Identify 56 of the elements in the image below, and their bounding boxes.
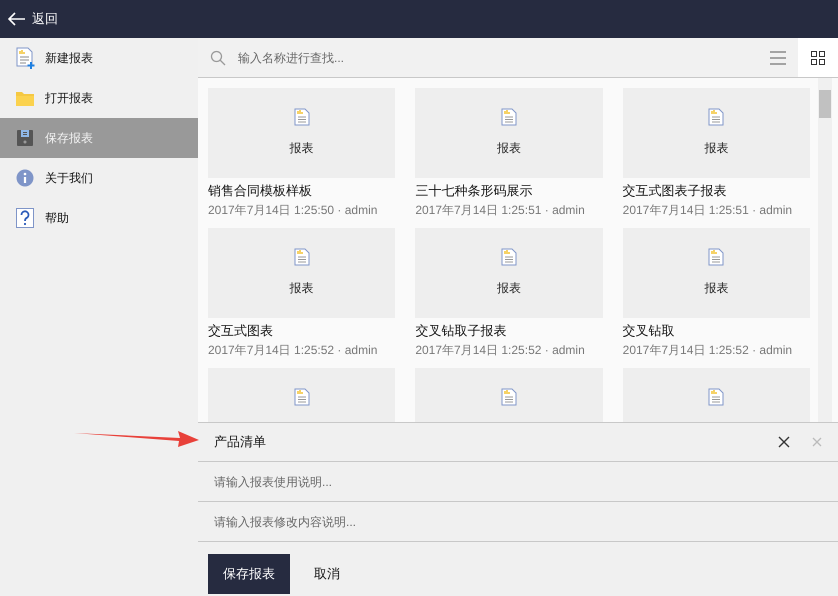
clear-icon[interactable] [778, 436, 790, 448]
report-thumbnail[interactable]: 报表 [208, 88, 396, 178]
list-icon [770, 50, 786, 64]
save-button[interactable]: 保存报表 [208, 554, 290, 594]
report-title[interactable]: 交互式图表子报表 [622, 182, 810, 200]
document-icon [294, 248, 310, 266]
sidebar-item[interactable]: 新建报表 [0, 38, 198, 78]
document-icon [294, 388, 310, 406]
report-title[interactable]: 交叉钻取子报表 [415, 322, 603, 340]
report-meta: 2017年7月14日 1:25:52 · admin [622, 342, 794, 358]
back-arrow-icon [8, 12, 26, 26]
document-icon [708, 248, 724, 266]
thumbnail-label: 报表 [496, 280, 521, 297]
report-thumbnail[interactable]: 报表 [415, 228, 603, 318]
back-button[interactable]: 返回 [8, 9, 58, 29]
document-icon [708, 388, 724, 406]
usage-description-field[interactable]: 请输入报表使用说明... [214, 472, 822, 490]
sidebar-item[interactable]: 打开报表 [0, 78, 198, 118]
document-icon [708, 108, 724, 126]
report-title[interactable]: 交叉钻取 [622, 322, 810, 340]
close-icon[interactable] [812, 437, 822, 447]
thumbnail-label: 报表 [290, 280, 314, 297]
document-icon [500, 248, 517, 266]
report-title[interactable]: 销售合同模板样板 [208, 182, 396, 200]
report-meta: 2017年7月14日 1:25:51 · admin [622, 202, 794, 218]
search-icon [210, 50, 226, 66]
report-thumbnail[interactable]: 报表 [208, 228, 396, 318]
report-thumbnail[interactable]: 报表 [415, 88, 603, 178]
sidebar-item[interactable]: 帮助 [0, 198, 198, 238]
thumbnail-label: 报表 [704, 140, 728, 157]
report-meta: 2017年7月14日 1:25:50 · admin [208, 202, 378, 218]
cancel-button[interactable]: 取消 [300, 554, 354, 594]
report-meta: 2017年7月14日 1:25:51 · admin [415, 202, 586, 218]
report-thumbnail[interactable]: 报表 [622, 228, 810, 318]
report-meta: 2017年7月14日 1:25:52 · admin [415, 342, 586, 358]
document-icon [294, 108, 310, 126]
sidebar-item[interactable]: 关于我们 [0, 158, 198, 198]
report-title[interactable]: 三十七种条形码展示 [415, 182, 603, 200]
scrollbar[interactable] [818, 78, 832, 422]
report-title[interactable]: 交互式图表 [208, 322, 396, 340]
folder-icon [15, 89, 35, 107]
help-icon [16, 208, 34, 228]
document-icon [500, 388, 517, 406]
document-icon [500, 108, 517, 126]
report-thumbnail[interactable]: 报表 [622, 88, 810, 178]
report-meta: 2017年7月14日 1:25:52 · admin [208, 342, 378, 358]
report-name-field[interactable]: 产品清单 [214, 432, 778, 452]
grid-icon [811, 50, 825, 64]
change-description-field[interactable]: 请输入报表修改内容说明... [214, 512, 822, 530]
grid-view-button[interactable] [798, 38, 838, 77]
thumbnail-label: 报表 [290, 140, 314, 157]
document-plus-icon [15, 47, 35, 69]
thumbnail-label: 报表 [704, 280, 728, 297]
info-icon [16, 169, 34, 187]
search-field[interactable]: 输入名称进行查找... [238, 48, 538, 66]
thumbnail-label: 报表 [496, 140, 521, 157]
